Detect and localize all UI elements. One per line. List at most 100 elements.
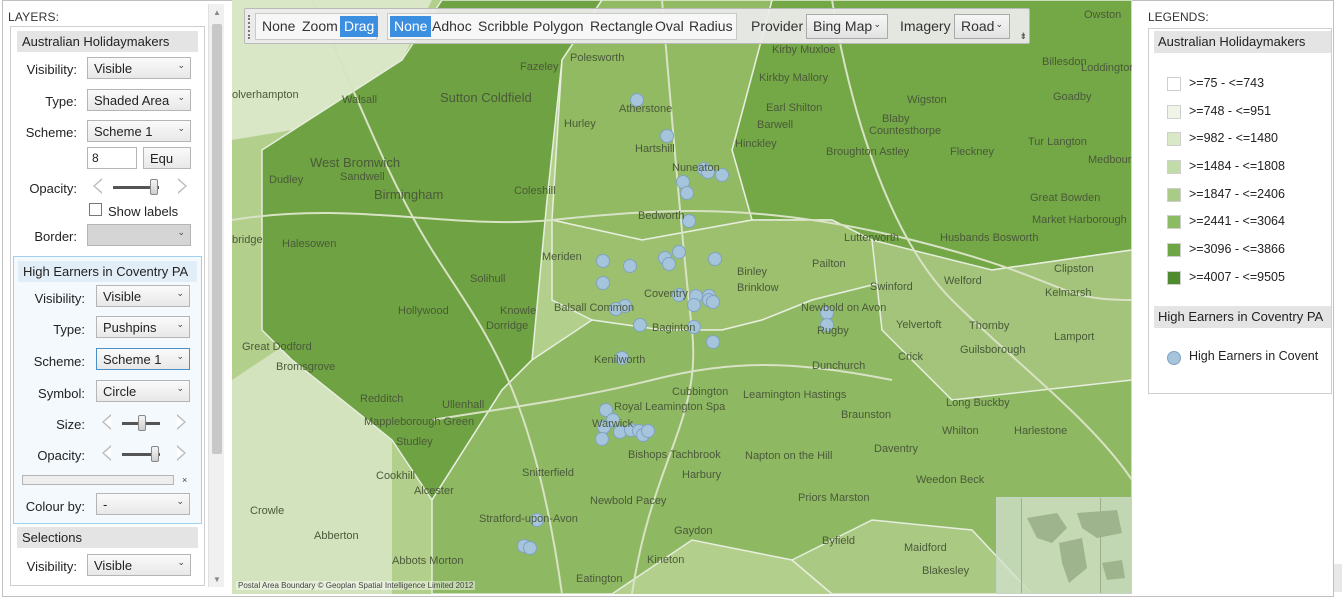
place-label: Wigston: [907, 94, 947, 106]
arrow-left-icon[interactable]: [102, 445, 111, 461]
nav-zoom-button[interactable]: Zoom: [298, 16, 342, 37]
legend-swatch: [1167, 132, 1181, 146]
select-none-button[interactable]: None: [390, 16, 432, 37]
place-label: Sandwell: [340, 171, 385, 183]
pushpin[interactable]: [660, 129, 674, 143]
select-radius-button[interactable]: Radius: [685, 16, 737, 37]
arrow-right-icon[interactable]: [178, 178, 187, 194]
legend-label: >=1484 - <=1808: [1189, 159, 1285, 173]
pushpin[interactable]: [662, 257, 676, 271]
pushpin[interactable]: [672, 245, 686, 259]
pushpin[interactable]: [633, 318, 647, 332]
visibility-select[interactable]: Visible ⌄: [96, 285, 190, 307]
symbol-select[interactable]: Circle ⌄: [96, 380, 190, 402]
legend-layer-header: High Earners in Coventry PA: [1154, 306, 1331, 328]
place-label: Goadby: [1053, 91, 1092, 103]
layers-panel: Australian Holidaymakers Visibility: Vis…: [10, 26, 205, 586]
place-label: Daventry: [874, 443, 919, 455]
circle-icon: [1167, 351, 1181, 365]
place-label: Lamport: [1054, 331, 1095, 343]
visibility-select[interactable]: Visible ⌄: [87, 57, 191, 79]
scrollbar-thumb[interactable]: [212, 24, 222, 454]
colour-by-select[interactable]: - ⌄: [96, 493, 190, 515]
clear-filter-icon[interactable]: ×: [182, 475, 187, 485]
select-polygon-button[interactable]: Polygon: [529, 16, 588, 37]
place-label: Rugby: [817, 325, 849, 337]
nav-none-button[interactable]: None: [258, 16, 299, 37]
place-label: Thornby: [969, 320, 1010, 332]
slider-knob[interactable]: [138, 415, 146, 431]
layers-scrollbar[interactable]: ▲ ▼: [208, 4, 224, 587]
legend-swatch: [1167, 271, 1181, 285]
arrow-left-icon[interactable]: [93, 178, 102, 194]
pushpin[interactable]: [595, 432, 609, 446]
pushpin[interactable]: [706, 335, 720, 349]
visibility-select[interactable]: Visible ⌄: [87, 554, 191, 576]
type-select[interactable]: Shaded Area ⌄: [87, 89, 191, 111]
pushpin[interactable]: [623, 259, 637, 273]
arrow-right-icon[interactable]: [177, 445, 186, 461]
toolbar-grip[interactable]: [248, 15, 251, 39]
size-slider[interactable]: [102, 414, 186, 432]
imagery-label: Imagery: [900, 18, 951, 34]
select-oval-button[interactable]: Oval: [651, 16, 688, 37]
overview-minimap[interactable]: [996, 497, 1132, 594]
pushpin[interactable]: [708, 252, 722, 266]
class-method-select[interactable]: Equ: [143, 147, 191, 169]
arrow-right-icon[interactable]: [177, 414, 186, 430]
place-label: Market Harborough: [1032, 214, 1127, 226]
visibility-label: Visibility:: [34, 291, 85, 306]
place-label: Whilton: [942, 425, 979, 437]
visibility-label: Visibility:: [26, 559, 77, 574]
chevron-down-icon: ⌄: [176, 351, 184, 361]
pushpin[interactable]: [687, 298, 701, 312]
imagery-select[interactable]: Road ⌄: [954, 14, 1010, 39]
filter-range-bar[interactable]: [22, 475, 174, 485]
select-scribble-button[interactable]: Scribble: [474, 16, 533, 37]
pushpin[interactable]: [680, 186, 694, 200]
border-color-picker[interactable]: ⌄: [87, 224, 191, 246]
place-label: Clipston: [1054, 263, 1094, 275]
pushpin[interactable]: [596, 254, 610, 268]
legend-label: >=748 - <=951: [1189, 104, 1272, 118]
window-scrollbar[interactable]: [1334, 564, 1342, 592]
pushpin[interactable]: [706, 295, 720, 309]
scroll-up-icon[interactable]: ▲: [213, 8, 221, 17]
legend-swatch: [1167, 105, 1181, 119]
place-label: Cubbington: [672, 386, 729, 398]
select-rectangle-button[interactable]: Rectangle: [586, 16, 657, 37]
toolbar-expand-icon[interactable]: ⇟: [1019, 31, 1027, 42]
place-label: Guilsborough: [960, 344, 1026, 356]
arrow-left-icon[interactable]: [102, 414, 111, 430]
pushpin[interactable]: [641, 424, 655, 438]
chevron-down-icon: ⌄: [176, 288, 184, 298]
opacity-slider[interactable]: [93, 178, 187, 196]
selection-mode-group: None Adhoc Scribble Polygon Rectangle Ov…: [387, 13, 737, 40]
layer-header[interactable]: Selections: [17, 527, 198, 548]
map-canvas[interactable]: Owston Polesworth Kirby Muxloe Billesdon…: [232, 0, 1132, 594]
pushpin[interactable]: [523, 541, 537, 555]
provider-select[interactable]: Bing Map ⌄: [806, 14, 888, 39]
slider-knob[interactable]: [150, 179, 158, 195]
place-label: Mappleborough Green: [364, 416, 475, 428]
select-adhoc-button[interactable]: Adhoc: [428, 16, 476, 37]
show-labels-checkbox[interactable]: [89, 203, 102, 216]
scroll-down-icon[interactable]: ▼: [213, 575, 221, 584]
place-label: Bedworth: [638, 210, 685, 222]
place-label: Redditch: [360, 393, 404, 405]
scheme-select[interactable]: Scheme 1 ⌄: [87, 120, 191, 142]
layer-header[interactable]: High Earners in Coventry PA: [18, 261, 197, 282]
nav-drag-button[interactable]: Drag: [340, 16, 379, 37]
continent: [1102, 560, 1125, 580]
opacity-slider[interactable]: [102, 445, 186, 463]
slider-knob[interactable]: [151, 446, 159, 462]
layer-header[interactable]: Australian Holidaymakers: [17, 31, 198, 52]
pushpin[interactable]: [596, 276, 610, 290]
type-select[interactable]: Pushpins ⌄: [96, 316, 190, 338]
scheme-select[interactable]: Scheme 1 ⌄: [96, 348, 190, 370]
place-label: Harlestone: [1014, 425, 1068, 437]
class-count-input[interactable]: 8: [87, 147, 137, 169]
size-label: Size:: [56, 417, 85, 432]
place-label: Husbands Bosworth: [940, 232, 1039, 244]
place-label: Abberton: [314, 530, 359, 542]
